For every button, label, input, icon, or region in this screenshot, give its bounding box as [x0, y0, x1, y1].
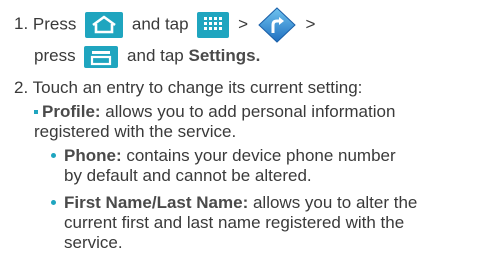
phone-line-2: by default and cannot be altered.	[64, 166, 312, 186]
step-2-text: Touch an entry to change its current set…	[32, 78, 363, 97]
profile-line-1: Profile: allows you to add personal info…	[34, 102, 395, 122]
step-2-line: 2. Touch an entry to change its current …	[14, 78, 362, 98]
step-1-gt-2: >	[305, 14, 316, 34]
menu-key-icon	[84, 45, 119, 68]
name-line-2: current first and last name registered w…	[64, 213, 404, 233]
name-text-2: current first and last name registered w…	[64, 213, 405, 232]
name-label: First Name/Last Name:	[64, 193, 249, 212]
name-line-3: service.	[64, 233, 123, 253]
profile-line-2: registered with the service.	[34, 122, 236, 142]
step-1-and-tap-text: and tap	[127, 46, 184, 65]
step-2-number: 2.	[14, 78, 29, 97]
phone-label: Phone:	[64, 146, 122, 165]
name-text-3: service.	[64, 233, 123, 252]
step-1-number: 1.	[14, 14, 29, 34]
profile-label: Profile:	[42, 102, 101, 121]
step-1-press2-text: press	[34, 46, 76, 65]
profile-text-2: registered with the service.	[34, 122, 237, 141]
name-text-1: allows you to alter the	[248, 193, 418, 212]
profile-text-1: allows you to add personal information	[100, 102, 396, 121]
home-key-icon	[85, 12, 124, 38]
step-1-tap-text: and tap	[131, 14, 189, 34]
round-bullet-icon	[51, 153, 56, 159]
round-bullet-icon	[51, 200, 56, 206]
apps-grid-icon	[197, 12, 230, 38]
step-1-line-1: 1. Press and tap > >	[14, 6, 315, 44]
settings-label: Settings.	[188, 46, 261, 65]
navigation-app-icon	[257, 6, 297, 44]
step-1-line-2: press and tap Settings.	[34, 44, 260, 68]
step-1-gt-1: >	[238, 14, 248, 34]
step-1-press-text: Press	[32, 14, 77, 34]
phone-line-1: Phone: contains your device phone number	[51, 146, 396, 166]
phone-text-2: by default and cannot be altered.	[64, 166, 312, 185]
phone-text-1: contains your device phone number	[121, 146, 396, 165]
name-line-1: First Name/Last Name: allows you to alte…	[51, 193, 417, 213]
instruction-document: 1. Press and tap > > press and tap Setti…	[0, 0, 481, 262]
square-bullet-icon	[34, 109, 38, 114]
